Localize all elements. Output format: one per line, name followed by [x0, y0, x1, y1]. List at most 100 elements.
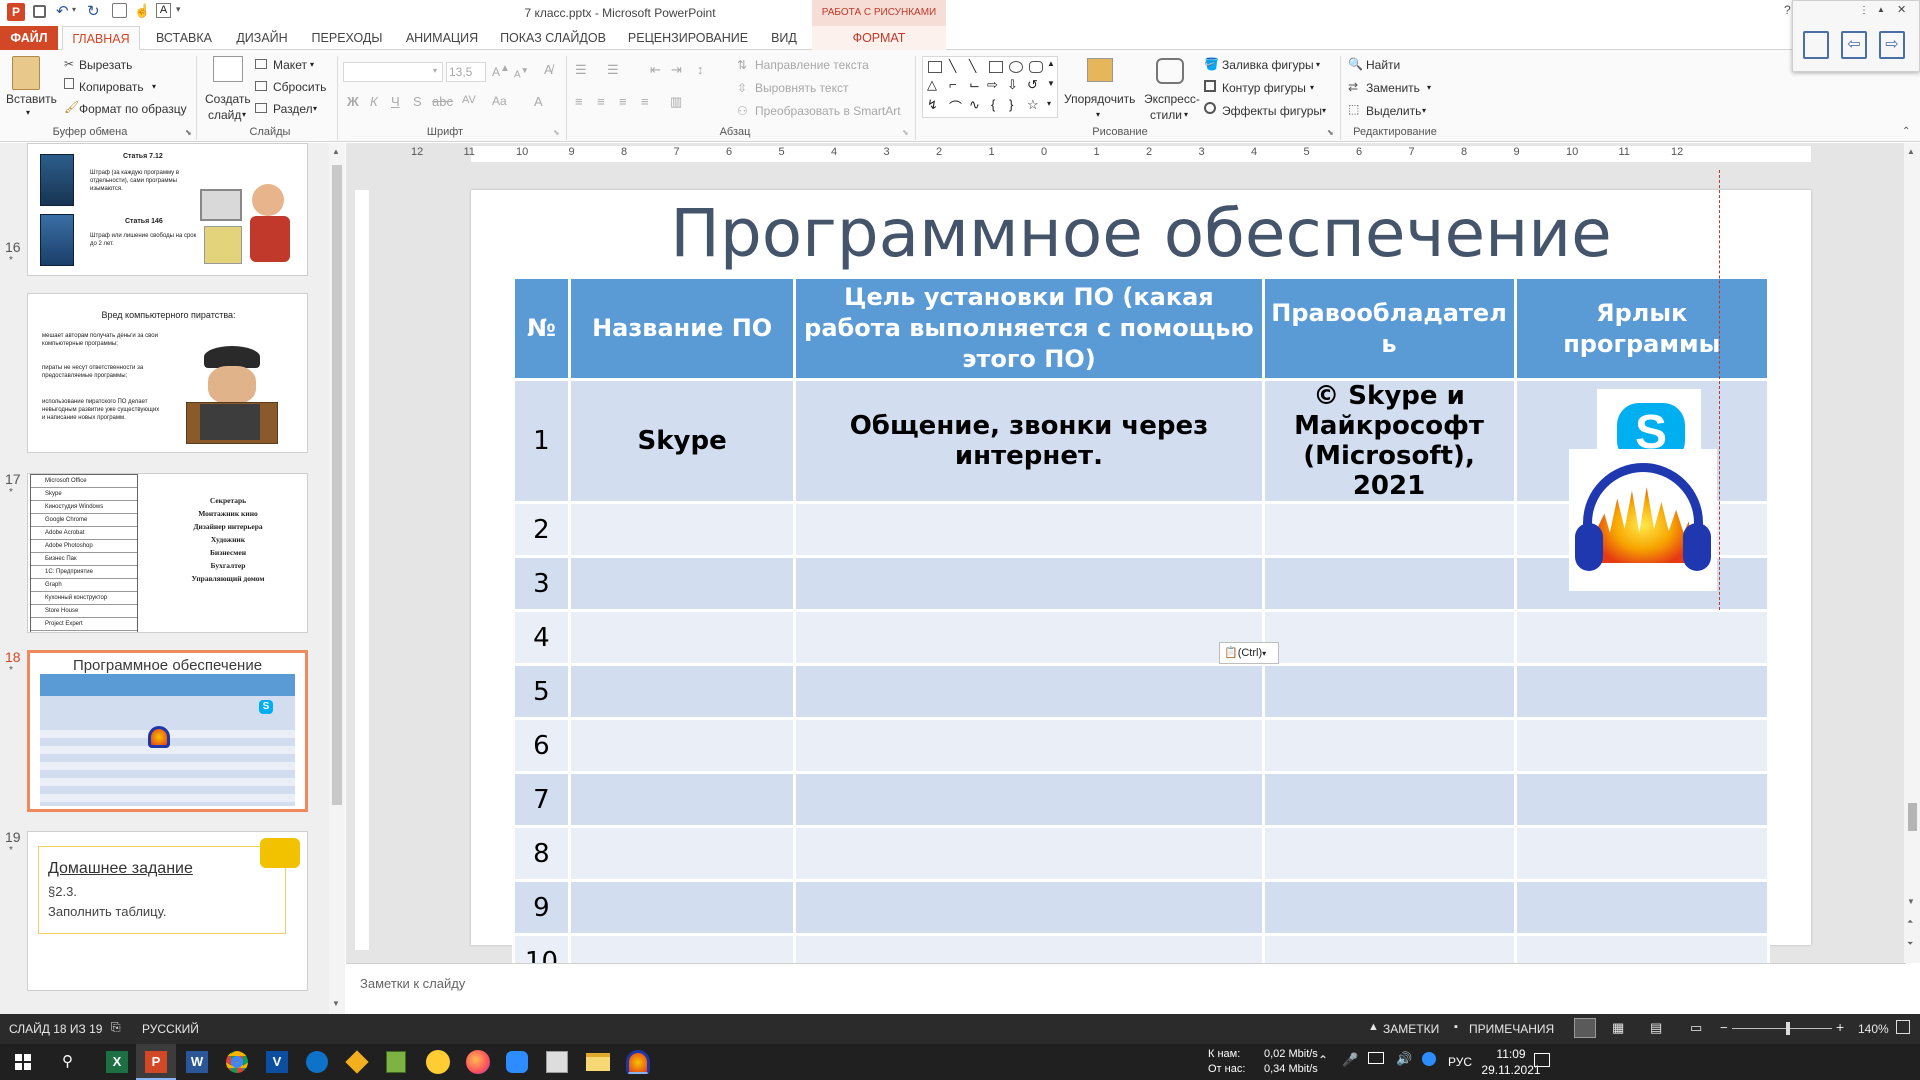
triangle-shape-icon[interactable]: △: [927, 77, 937, 93]
cut-button[interactable]: Вырезать: [79, 58, 132, 72]
table-cell[interactable]: [793, 609, 1265, 666]
freeform-shape-icon[interactable]: ↯: [927, 97, 938, 113]
slide-thumbnail-16[interactable]: Вред компьютерного пиратства: мешает авт…: [27, 293, 308, 453]
normal-view-icon[interactable]: [1574, 1018, 1596, 1038]
text-direction-button[interactable]: Направление текста: [755, 58, 869, 72]
new-slide-button-line2[interactable]: слайд: [208, 108, 241, 122]
align-center-icon[interactable]: ≡: [597, 94, 605, 109]
software-rightholder[interactable]: © Skype и Майкрософт (Microsoft), 2021: [1261, 378, 1517, 504]
keyboard-language[interactable]: РУС: [1448, 1055, 1472, 1069]
scroll-down-icon[interactable]: ▼: [1907, 897, 1915, 906]
row-number[interactable]: 1: [512, 378, 571, 504]
shape-outline-dropdown-icon[interactable]: ▾: [1310, 83, 1314, 92]
rounded-rect-shape-icon[interactable]: [1029, 61, 1043, 73]
scroll-thumb[interactable]: [332, 165, 342, 805]
spellcheck-icon[interactable]: ⎘: [111, 1020, 121, 1035]
underline-icon[interactable]: Ч: [391, 94, 400, 109]
paste-icon[interactable]: [12, 56, 40, 90]
slide-counter[interactable]: СЛАЙД 18 ИЗ 19: [9, 1022, 102, 1036]
slide-thumbnail-19[interactable]: Домашнее задание §2.3. Заполнить таблицу…: [27, 831, 308, 991]
format-painter-icon[interactable]: 🖌: [64, 100, 79, 114]
table-cell[interactable]: [1513, 609, 1771, 666]
reading-view-icon[interactable]: ▤: [1650, 1020, 1662, 1036]
tab-transitions[interactable]: ПЕРЕХОДЫ: [306, 26, 388, 50]
copy-button[interactable]: Копировать: [79, 80, 144, 94]
editor-vertical-scrollbar[interactable]: ▲ ▼ ⏶ ⏷: [1904, 143, 1920, 963]
customize-qat-icon[interactable]: ▾: [176, 4, 181, 15]
quick-styles-button-line2[interactable]: стили: [1150, 108, 1182, 122]
table-cell[interactable]: [567, 771, 797, 828]
convert-smartart-button[interactable]: Преобразовать в SmartArt: [755, 104, 901, 118]
brace-right-shape-icon[interactable]: }: [1009, 97, 1013, 112]
quick-styles-icon[interactable]: [1156, 58, 1184, 84]
table-cell[interactable]: [1261, 609, 1517, 666]
row-number[interactable]: 6: [512, 717, 571, 774]
zoom-out-icon[interactable]: −: [1720, 1020, 1728, 1035]
quick-styles-dropdown-icon[interactable]: ▾: [1184, 110, 1188, 119]
bold-icon[interactable]: Ж: [347, 94, 359, 109]
paragraph-launcher-icon[interactable]: ⬊: [902, 128, 909, 137]
tab-design[interactable]: ДИЗАЙН: [228, 26, 296, 50]
row-number[interactable]: 7: [512, 771, 571, 828]
vertical-ruler[interactable]: [355, 190, 369, 950]
save-icon[interactable]: [33, 5, 46, 18]
table-cell[interactable]: [1261, 501, 1517, 558]
comments-button[interactable]: ПРИМЕЧАНИЯ: [1469, 1022, 1554, 1036]
font-name-dropdown-icon[interactable]: ▾: [433, 66, 437, 75]
section-button[interactable]: Раздел: [273, 102, 313, 116]
row-number[interactable]: 8: [512, 825, 571, 882]
slide-sorter-icon[interactable]: ▦: [1612, 1020, 1624, 1036]
clock-time[interactable]: 11:09: [1486, 1047, 1536, 1061]
table-cell[interactable]: [793, 501, 1265, 558]
fit-slide-icon[interactable]: [1896, 1020, 1910, 1034]
scroll-down-icon[interactable]: ▼: [332, 999, 340, 1008]
header-rightholder[interactable]: Правообладател ь: [1261, 276, 1517, 381]
table-cell[interactable]: [793, 771, 1265, 828]
shadow-icon[interactable]: S: [413, 94, 422, 109]
char-spacing-icon[interactable]: AV: [462, 94, 476, 106]
skype-icon[interactable]: S: [1597, 389, 1701, 449]
table-cell[interactable]: [793, 825, 1265, 882]
tab-format[interactable]: ФОРМАТ: [812, 26, 946, 50]
shapes-gallery[interactable]: ╲ ╲ △ ⌐ ⌙ ⇨ ⇩ ↺ ↯ ⌒ ∿ { } ☆ ▲ ▼ ▾: [922, 56, 1058, 118]
table-cell[interactable]: [567, 663, 797, 720]
paste-button[interactable]: Вставить: [6, 92, 57, 106]
select-dropdown-icon[interactable]: ▾: [1422, 106, 1426, 115]
comments-icon[interactable]: ▪: [1454, 1021, 1458, 1033]
find-icon[interactable]: 🔍: [1348, 57, 1363, 71]
shape-outline-icon[interactable]: [1204, 80, 1216, 92]
table-cell[interactable]: [1261, 663, 1517, 720]
new-slide-button[interactable]: Создать: [205, 92, 251, 106]
drawing-launcher-icon[interactable]: ⬊: [1327, 128, 1334, 137]
zoom-slider[interactable]: [1732, 1028, 1832, 1029]
vplan-taskbar-icon[interactable]: V: [266, 1051, 288, 1073]
zoom-level[interactable]: 140%: [1858, 1022, 1889, 1036]
excel-taskbar-icon[interactable]: X: [106, 1051, 128, 1073]
shape-fill-button[interactable]: Заливка фигуры: [1222, 58, 1314, 72]
bullets-icon[interactable]: ☰: [575, 62, 587, 78]
line2-shape-icon[interactable]: ╲: [969, 59, 976, 73]
replace-button[interactable]: Заменить: [1366, 81, 1420, 95]
table-cell[interactable]: [567, 555, 797, 612]
collapse-ribbon-icon[interactable]: ⌃: [1902, 126, 1910, 137]
network-icon[interactable]: [1368, 1052, 1384, 1064]
search-icon[interactable]: ⚲: [62, 1052, 73, 1070]
scroll-thumb[interactable]: [1908, 803, 1917, 831]
show-hidden-icons-icon[interactable]: ⌃: [1318, 1053, 1328, 1067]
quick-styles-button[interactable]: Экспресс-: [1144, 92, 1200, 106]
increase-indent-icon[interactable]: ⇥: [671, 62, 682, 78]
notes-toggle-icon[interactable]: ▲: [1368, 1021, 1379, 1033]
table-cell[interactable]: [1261, 825, 1517, 882]
oval-shape-icon[interactable]: [1009, 61, 1023, 73]
font-name-combobox[interactable]: [343, 62, 443, 82]
table-cell[interactable]: [1261, 555, 1517, 612]
scroll-up-icon[interactable]: ▲: [1907, 147, 1915, 156]
align-right-icon[interactable]: ≡: [619, 94, 627, 109]
previous-slide-icon[interactable]: ⏶: [1907, 917, 1913, 927]
table-cell[interactable]: [793, 663, 1265, 720]
new-slide-dropdown-icon[interactable]: ▾: [242, 110, 246, 119]
grow-font-icon[interactable]: A▲: [492, 63, 510, 79]
gallery-scroll-up-icon[interactable]: ▲: [1047, 59, 1055, 68]
thumbnail-scrollbar[interactable]: ▲ ▼: [329, 143, 345, 1014]
justify-icon[interactable]: ≡: [641, 94, 649, 109]
